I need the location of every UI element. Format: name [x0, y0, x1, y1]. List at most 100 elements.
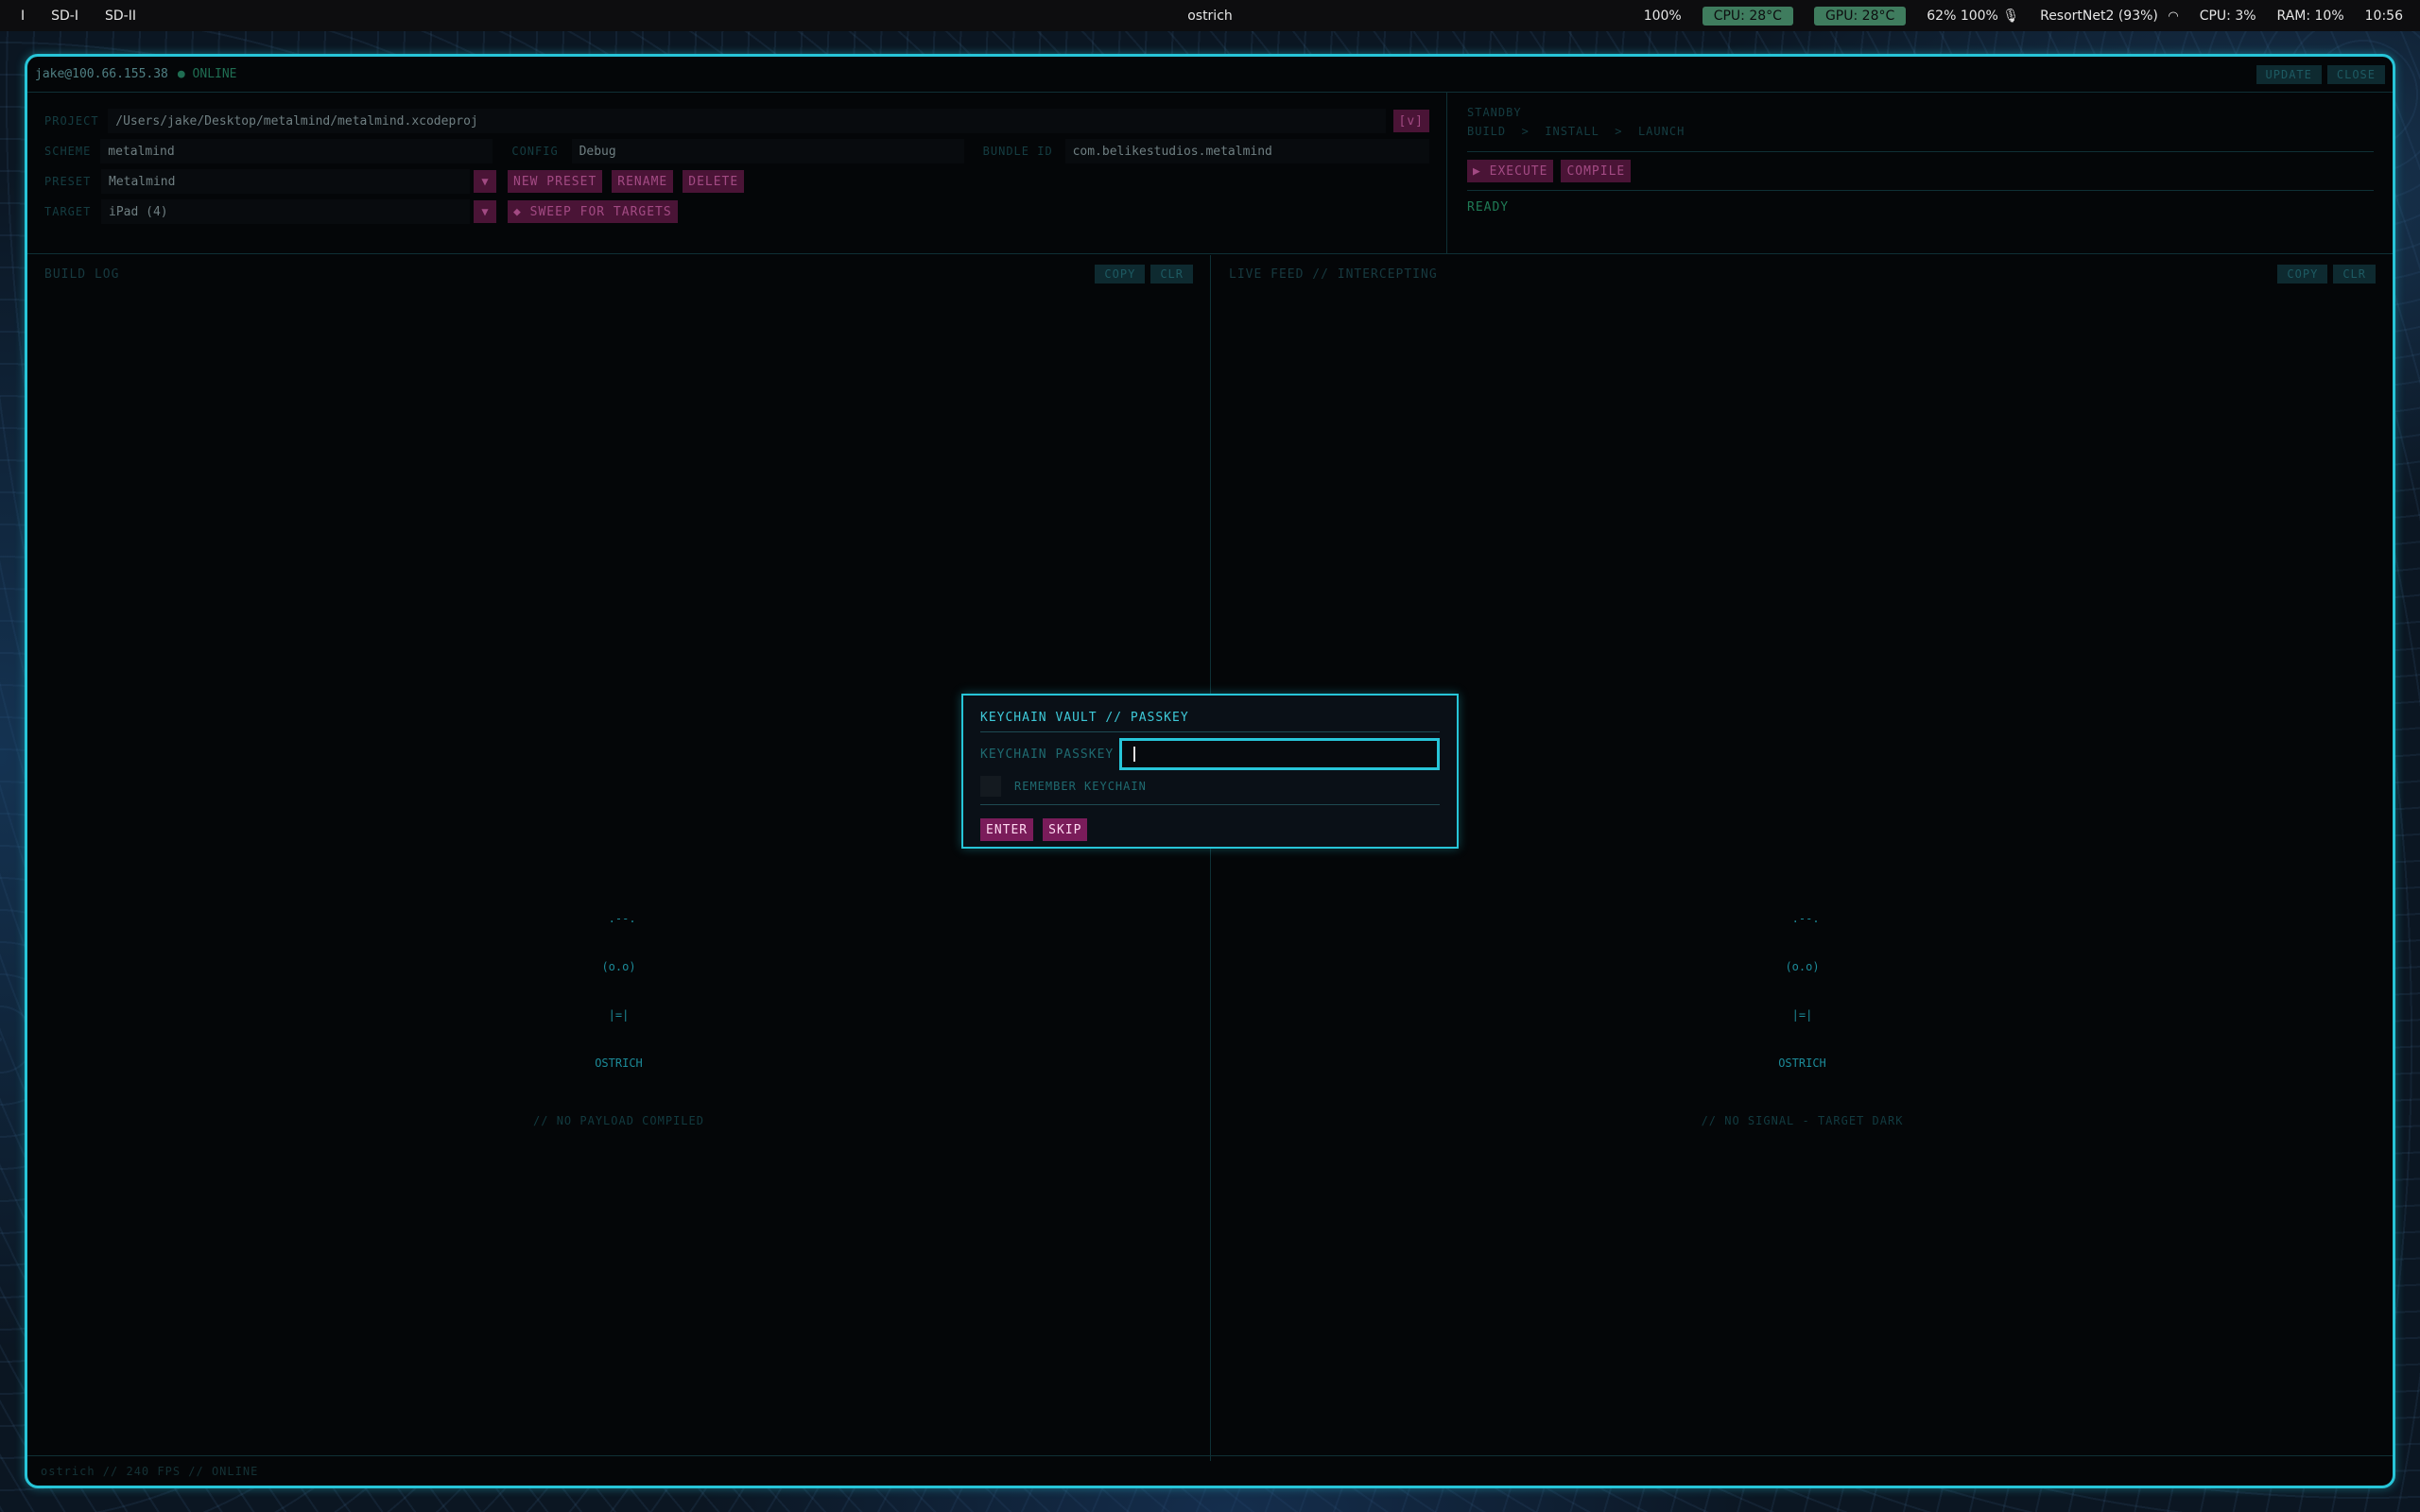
workspace-1[interactable]: I	[21, 9, 25, 24]
target-select[interactable]: iPad (4)	[101, 199, 470, 224]
wifi-icon: ◠	[2168, 9, 2179, 24]
compile-button[interactable]: COMPILE	[1561, 160, 1632, 182]
divider	[980, 804, 1440, 805]
live-feed-panel: LIVE FEED // INTERCEPTING COPY CLR .--. …	[1212, 255, 2393, 1461]
window-titlebar: jake@100.66.155.38 ● ONLINE UPDATE CLOSE	[27, 57, 2393, 92]
log-panels: BUILD LOG COPY CLR .--. (o.o) |=| OSTRIC…	[27, 255, 2393, 1461]
scheme-field[interactable]: metalmind	[100, 139, 493, 163]
divider	[1467, 190, 2374, 191]
live-feed-title: LIVE FEED // INTERCEPTING	[1229, 266, 1438, 282]
skip-button[interactable]: SKIP	[1043, 818, 1088, 841]
live-feed-copy-button[interactable]: COPY	[2277, 265, 2328, 284]
cpu-temp-badge: CPU: 28°C	[1702, 6, 1793, 26]
audio-indicator[interactable]: 62% 100% 🎙	[1927, 9, 2019, 24]
preset-dropdown-icon[interactable]: ▼	[474, 170, 496, 193]
target-dropdown-icon[interactable]: ▼	[474, 200, 496, 223]
divider	[1467, 151, 2374, 152]
gpu-temp-badge: GPU: 28°C	[1813, 6, 1907, 26]
pipeline-steps: BUILD > INSTALL > LAUNCH	[1467, 125, 1685, 138]
connection-status: ● ONLINE	[177, 67, 237, 81]
project-label: PROJECT	[44, 114, 99, 128]
status-footer: ostrich // 240 FPS // ONLINE	[27, 1455, 2393, 1486]
scheme-label: SCHEME	[44, 145, 92, 158]
config-panel: PROJECT /Users/jake/Desktop/metalmind/me…	[27, 93, 1447, 253]
dialog-title: KEYCHAIN VAULT // PASSKEY	[980, 710, 1189, 725]
mascot-line: .--.	[601, 912, 636, 925]
build-log-header: BUILD LOG COPY CLR	[27, 255, 1210, 293]
empty-state-note: // NO PAYLOAD COMPILED	[533, 1114, 704, 1127]
workspace-2[interactable]: SD-I	[51, 9, 78, 24]
mascot-line: (o.o)	[601, 960, 636, 973]
keychain-passkey-dialog: KEYCHAIN VAULT // PASSKEY KEYCHAIN PASSK…	[961, 694, 1459, 849]
enter-button[interactable]: ENTER	[980, 818, 1034, 841]
update-button[interactable]: UPDATE	[2256, 64, 2322, 84]
wifi-indicator[interactable]: ResortNet2 (93%) ◠	[2040, 9, 2179, 24]
ram-usage: RAM: 10%	[2276, 8, 2344, 24]
execute-button[interactable]: ▶ EXECUTE	[1467, 160, 1554, 182]
brightness-indicator[interactable]: 100%	[1644, 9, 1682, 24]
mascot-name: OSTRICH	[595, 1057, 643, 1070]
ready-status: READY	[1467, 200, 1510, 215]
build-log-copy-button[interactable]: COPY	[1095, 265, 1146, 284]
config-value: Debug	[579, 144, 616, 159]
mascot-line: .--.	[1785, 912, 1820, 925]
system-menubar: I SD-I SD-II ostrich 100% CPU: 28°C GPU:…	[0, 0, 2420, 31]
status-state: STANDBY	[1467, 106, 1522, 119]
bundle-id-field[interactable]: com.belikestudios.metalmind	[1064, 139, 1429, 163]
status-panel: STANDBY BUILD > INSTALL > LAUNCH ▶ EXECU…	[1448, 93, 2393, 253]
preset-row: PRESET Metalmind ▼ NEW PRESET RENAME DEL…	[44, 166, 1429, 197]
project-path: /Users/jake/Desktop/metalmind/metalmind.…	[115, 113, 478, 129]
status-tray: 100% CPU: 28°C GPU: 28°C 62% 100% 🎙 Reso…	[1644, 6, 2420, 26]
config-label: CONFIG	[511, 145, 559, 158]
remember-label: REMEMBER KEYCHAIN	[1014, 780, 1147, 793]
clock[interactable]: 10:56	[2365, 9, 2403, 24]
target-value: iPad (4)	[109, 204, 168, 219]
workspace-3[interactable]: SD-II	[105, 9, 136, 24]
passkey-input[interactable]	[1119, 738, 1440, 770]
mic-icon: 🎙	[2002, 8, 2020, 24]
mascot-line: (o.o)	[1785, 960, 1820, 973]
remember-row: REMEMBER KEYCHAIN	[980, 776, 1440, 797]
mascot-name: OSTRICH	[1778, 1057, 1826, 1070]
passkey-row: KEYCHAIN PASSKEY	[980, 738, 1440, 770]
preset-select[interactable]: Metalmind	[101, 169, 470, 194]
build-log-panel: BUILD LOG COPY CLR .--. (o.o) |=| OSTRIC…	[27, 255, 1211, 1461]
text-caret	[1133, 747, 1136, 762]
workspace-list: I SD-I SD-II	[0, 9, 136, 24]
project-path-field[interactable]: /Users/jake/Desktop/metalmind/metalmind.…	[108, 109, 1386, 133]
close-button[interactable]: CLOSE	[2326, 64, 2385, 84]
empty-state-note: // NO SIGNAL - TARGET DARK	[1701, 1114, 1904, 1127]
remember-checkbox[interactable]	[980, 776, 1001, 797]
build-log-title: BUILD LOG	[44, 266, 120, 282]
target-row: TARGET iPad (4) ▼ ◆ SWEEP FOR TARGETS	[44, 197, 1429, 227]
project-toggle-button[interactable]: [v]	[1392, 110, 1429, 132]
scheme-row: SCHEME metalmind CONFIG Debug BUNDLE ID …	[44, 136, 1429, 166]
scheme-value: metalmind	[108, 144, 175, 159]
project-row: PROJECT /Users/jake/Desktop/metalmind/me…	[44, 106, 1429, 136]
cpu-usage: CPU: 3%	[2199, 8, 2256, 24]
ostrich-mascot: .--. (o.o) |=| OSTRICH // NO SIGNAL - TA…	[1212, 879, 2393, 1161]
passkey-label: KEYCHAIN PASSKEY	[980, 747, 1115, 762]
config-field[interactable]: Debug	[571, 139, 964, 163]
bundle-id-value: com.belikestudios.metalmind	[1072, 144, 1272, 159]
ostrich-mascot: .--. (o.o) |=| OSTRICH // NO PAYLOAD COM…	[27, 879, 1210, 1161]
top-section: PROJECT /Users/jake/Desktop/metalmind/me…	[27, 92, 2393, 254]
preset-label: PRESET	[44, 175, 92, 188]
preset-value: Metalmind	[109, 174, 176, 189]
delete-button[interactable]: DELETE	[683, 170, 745, 193]
live-feed-clear-button[interactable]: CLR	[2333, 265, 2376, 284]
target-label: TARGET	[44, 205, 92, 218]
volume-level: 62%	[1927, 8, 1957, 24]
new-preset-button[interactable]: NEW PRESET	[508, 170, 603, 193]
mic-level: 100%	[1960, 8, 1998, 24]
mascot-line: |=|	[1791, 1008, 1813, 1022]
divider	[980, 731, 1440, 732]
mascot-line: |=|	[608, 1008, 630, 1022]
wifi-network: ResortNet2 (93%)	[2040, 8, 2158, 24]
sweep-targets-button[interactable]: ◆ SWEEP FOR TARGETS	[508, 200, 678, 223]
rename-button[interactable]: RENAME	[612, 170, 674, 193]
live-feed-header: LIVE FEED // INTERCEPTING COPY CLR	[1212, 255, 2393, 293]
build-log-clear-button[interactable]: CLR	[1150, 265, 1193, 284]
host-address: jake@100.66.155.38	[35, 67, 168, 81]
bundle-id-label: BUNDLE ID	[982, 145, 1053, 158]
